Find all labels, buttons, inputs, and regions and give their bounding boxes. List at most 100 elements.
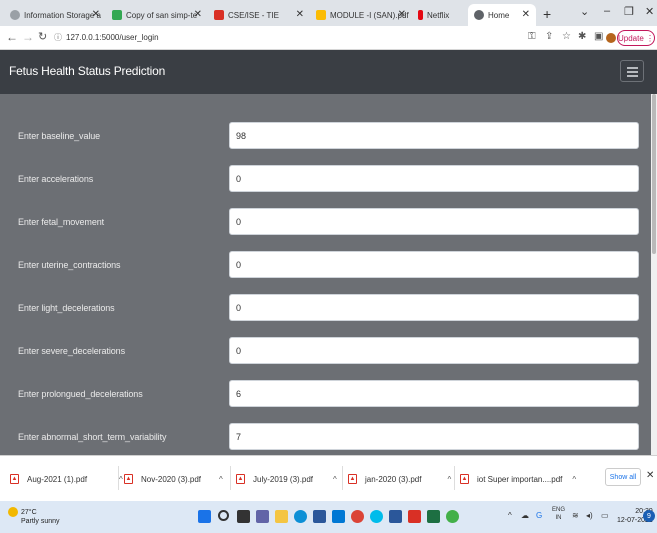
download-item[interactable]: ▲ iot Super importan....pdf ^ <box>460 472 576 486</box>
task-view-icon[interactable] <box>237 510 250 523</box>
severe-decelerations-input[interactable] <box>229 337 639 364</box>
close-window-icon[interactable]: ✕ <box>645 5 654 18</box>
form-row: Enter uterine_contractions <box>0 251 657 281</box>
sidebar-icon[interactable]: ▣ <box>594 31 603 42</box>
menu-toggle-button[interactable] <box>620 60 644 82</box>
restore-icon[interactable]: ❐ <box>624 5 634 18</box>
tab-title: Information Storage a <box>24 10 101 20</box>
word-icon[interactable] <box>389 510 402 523</box>
store-icon[interactable] <box>313 510 326 523</box>
bookmark-icon <box>214 10 224 20</box>
fetal-movement-input[interactable] <box>229 208 639 235</box>
field-label: Enter baseline_value <box>18 131 101 141</box>
scrollbar-thumb[interactable] <box>652 94 656 254</box>
wifi-icon[interactable]: ≋ <box>572 511 579 520</box>
field-label: Enter prolongued_decelerations <box>18 389 143 399</box>
download-filename: iot Super importan....pdf <box>477 474 563 484</box>
download-item[interactable]: ▲ Aug-2021 (1).pdf ^ <box>10 472 123 486</box>
mail-icon[interactable] <box>332 510 345 523</box>
google-drive-tray-icon[interactable]: G <box>536 511 542 520</box>
new-tab-button[interactable]: + <box>543 6 551 22</box>
forward-icon[interactable]: → <box>22 30 34 44</box>
prediction-form: Enter baseline_value Enter accelerations… <box>0 94 657 455</box>
language-indicator[interactable]: ENG IN <box>552 506 565 522</box>
close-tab-icon[interactable]: ✕ <box>398 9 406 20</box>
form-row: Enter light_decelerations <box>0 294 657 324</box>
hamburger-icon <box>627 67 638 69</box>
share-icon[interactable]: ⇪ <box>545 31 553 42</box>
field-label: Enter fetal_movement <box>18 217 105 227</box>
browser-tab[interactable]: MODULE -I (SAN).pdf ✕ <box>310 4 412 26</box>
form-row: Enter abnormal_short_term_variability <box>0 423 657 453</box>
netflix-icon <box>418 10 423 20</box>
browser-tab[interactable]: Information Storage a ✕ <box>4 4 106 26</box>
battery-icon[interactable]: ▭ <box>601 511 609 520</box>
downloads-bar: ▲ Aug-2021 (1).pdf ^ ▲ Nov-2020 (3).pdf … <box>0 455 657 501</box>
pdf-icon: ▲ <box>10 474 19 484</box>
browser-tab-active[interactable]: Home ✕ <box>468 4 536 26</box>
chevron-up-icon[interactable]: ^ <box>119 475 123 484</box>
chevron-up-icon[interactable]: ^ <box>572 475 576 484</box>
chat-icon[interactable] <box>256 510 269 523</box>
chevron-up-icon[interactable]: ^ <box>508 511 512 520</box>
webex-icon[interactable] <box>370 510 383 523</box>
field-label: Enter severe_decelerations <box>18 346 125 356</box>
edge-icon[interactable] <box>294 510 307 523</box>
globe-icon <box>10 10 20 20</box>
extensions-icon[interactable]: ✱ <box>578 31 586 42</box>
download-filename: Nov-2020 (3).pdf <box>141 474 202 484</box>
windows-taskbar: 27°C Partly sunny ^ ☁ G ENGIN ≋ ◂) ▭ 20:… <box>0 501 657 533</box>
star-icon[interactable]: ☆ <box>562 31 571 42</box>
download-item[interactable]: ▲ jan-2020 (3).pdf ^ <box>348 472 451 486</box>
weather-widget[interactable]: 27°C Partly sunny <box>8 507 60 526</box>
anaconda-icon[interactable] <box>446 510 459 523</box>
back-icon[interactable]: ← <box>6 30 18 44</box>
search-icon[interactable] <box>218 510 229 521</box>
close-tab-icon[interactable]: ✕ <box>92 9 100 20</box>
download-filename: Aug-2021 (1).pdf <box>27 474 88 484</box>
chevron-up-icon[interactable]: ^ <box>219 475 223 484</box>
prolongued-decelerations-input[interactable] <box>229 380 639 407</box>
download-item[interactable]: ▲ Nov-2020 (3).pdf ^ <box>124 472 223 486</box>
download-item[interactable]: ▲ July-2019 (3).pdf ^ <box>236 472 337 486</box>
baseline-value-input[interactable] <box>229 122 639 149</box>
form-row: Enter baseline_value <box>0 122 657 152</box>
url-field[interactable]: ⓘ 127.0.0.1:5000/user_login <box>54 32 159 43</box>
abnormal-short-term-variability-input[interactable] <box>229 423 639 450</box>
close-tab-icon[interactable]: ✕ <box>296 9 304 20</box>
volume-icon[interactable]: ◂) <box>586 511 593 520</box>
key-icon[interactable]: ⚿ <box>528 31 536 42</box>
uterine-contractions-input[interactable] <box>229 251 639 278</box>
chrome-icon[interactable] <box>351 510 364 523</box>
form-row: Enter prolongued_decelerations <box>0 380 657 410</box>
close-tab-icon[interactable]: ✕ <box>522 9 530 20</box>
tab-title: Netflix <box>427 10 450 20</box>
accelerations-input[interactable] <box>229 165 639 192</box>
cloud-icon[interactable]: ☁ <box>521 511 529 520</box>
show-all-button[interactable]: Show all <box>605 468 641 486</box>
excel-icon[interactable] <box>427 510 440 523</box>
minimize-icon[interactable]: – <box>604 5 610 17</box>
avatar[interactable] <box>606 33 616 43</box>
page-scrollbar[interactable] <box>651 94 657 455</box>
info-icon[interactable]: ⓘ <box>54 33 62 42</box>
chevron-down-icon[interactable]: ⌄ <box>580 5 589 18</box>
update-button[interactable]: Update ⋮ <box>617 30 655 46</box>
notification-badge[interactable]: 9 <box>643 510 655 522</box>
close-tab-icon[interactable]: ✕ <box>194 9 202 20</box>
file-explorer-icon[interactable] <box>275 510 288 523</box>
weather-temp: 27°C <box>21 508 37 516</box>
google-drive-icon <box>112 10 122 20</box>
form-row: Enter fetal_movement <box>0 208 657 238</box>
close-downloads-icon[interactable]: ✕ <box>646 470 654 481</box>
browser-tab[interactable]: Copy of san simp-te ✕ <box>106 4 208 26</box>
chevron-up-icon[interactable]: ^ <box>447 475 451 484</box>
browser-tab[interactable]: CSE/ISE - TIE ✕ <box>208 4 310 26</box>
reload-icon[interactable]: ↻ <box>38 30 47 43</box>
url-text: 127.0.0.1:5000/user_login <box>66 33 159 42</box>
light-decelerations-input[interactable] <box>229 294 639 321</box>
app-brand[interactable]: Fetus Health Status Prediction <box>9 64 165 78</box>
acrobat-icon[interactable] <box>408 510 421 523</box>
chevron-up-icon[interactable]: ^ <box>333 475 337 484</box>
windows-icon[interactable] <box>198 510 211 523</box>
